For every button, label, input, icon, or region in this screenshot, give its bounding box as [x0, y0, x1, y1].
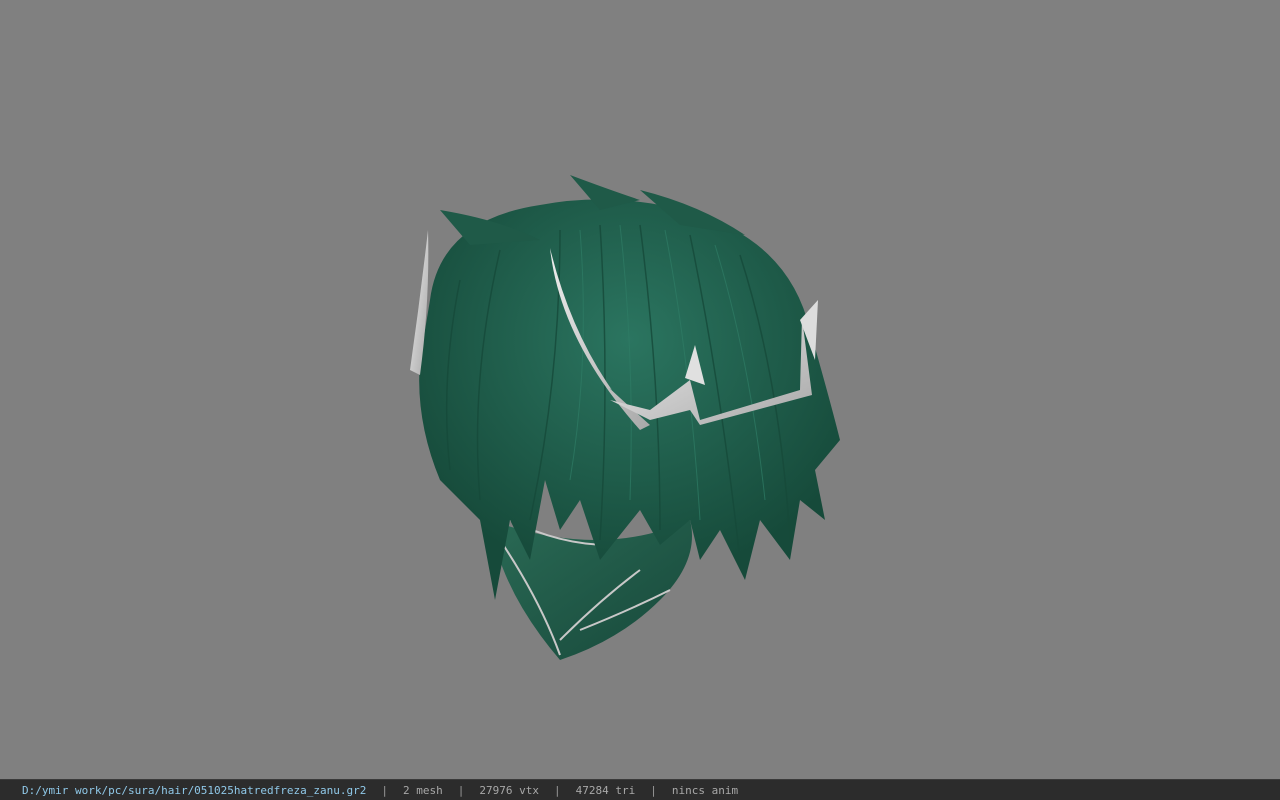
separator: | — [553, 783, 561, 797]
mesh-count: 2 mesh — [403, 783, 443, 797]
triangle-count: 47284 tri — [575, 783, 636, 797]
separator: | — [650, 783, 657, 797]
separator: | — [381, 783, 388, 797]
vertex-count: 27976 vtx — [479, 783, 539, 797]
animation-status: nincs anim — [671, 783, 739, 797]
hair-mesh — [419, 175, 840, 600]
3d-viewport[interactable] — [0, 0, 1280, 779]
separator: | — [457, 783, 465, 797]
file-path: D:/ymir work/pc/sura/hair/051025hatredfr… — [22, 783, 367, 797]
status-bar: D:/ymir work/pc/sura/hair/051025hatredfr… — [0, 779, 1280, 800]
hair-model-render[interactable] — [0, 0, 1280, 779]
